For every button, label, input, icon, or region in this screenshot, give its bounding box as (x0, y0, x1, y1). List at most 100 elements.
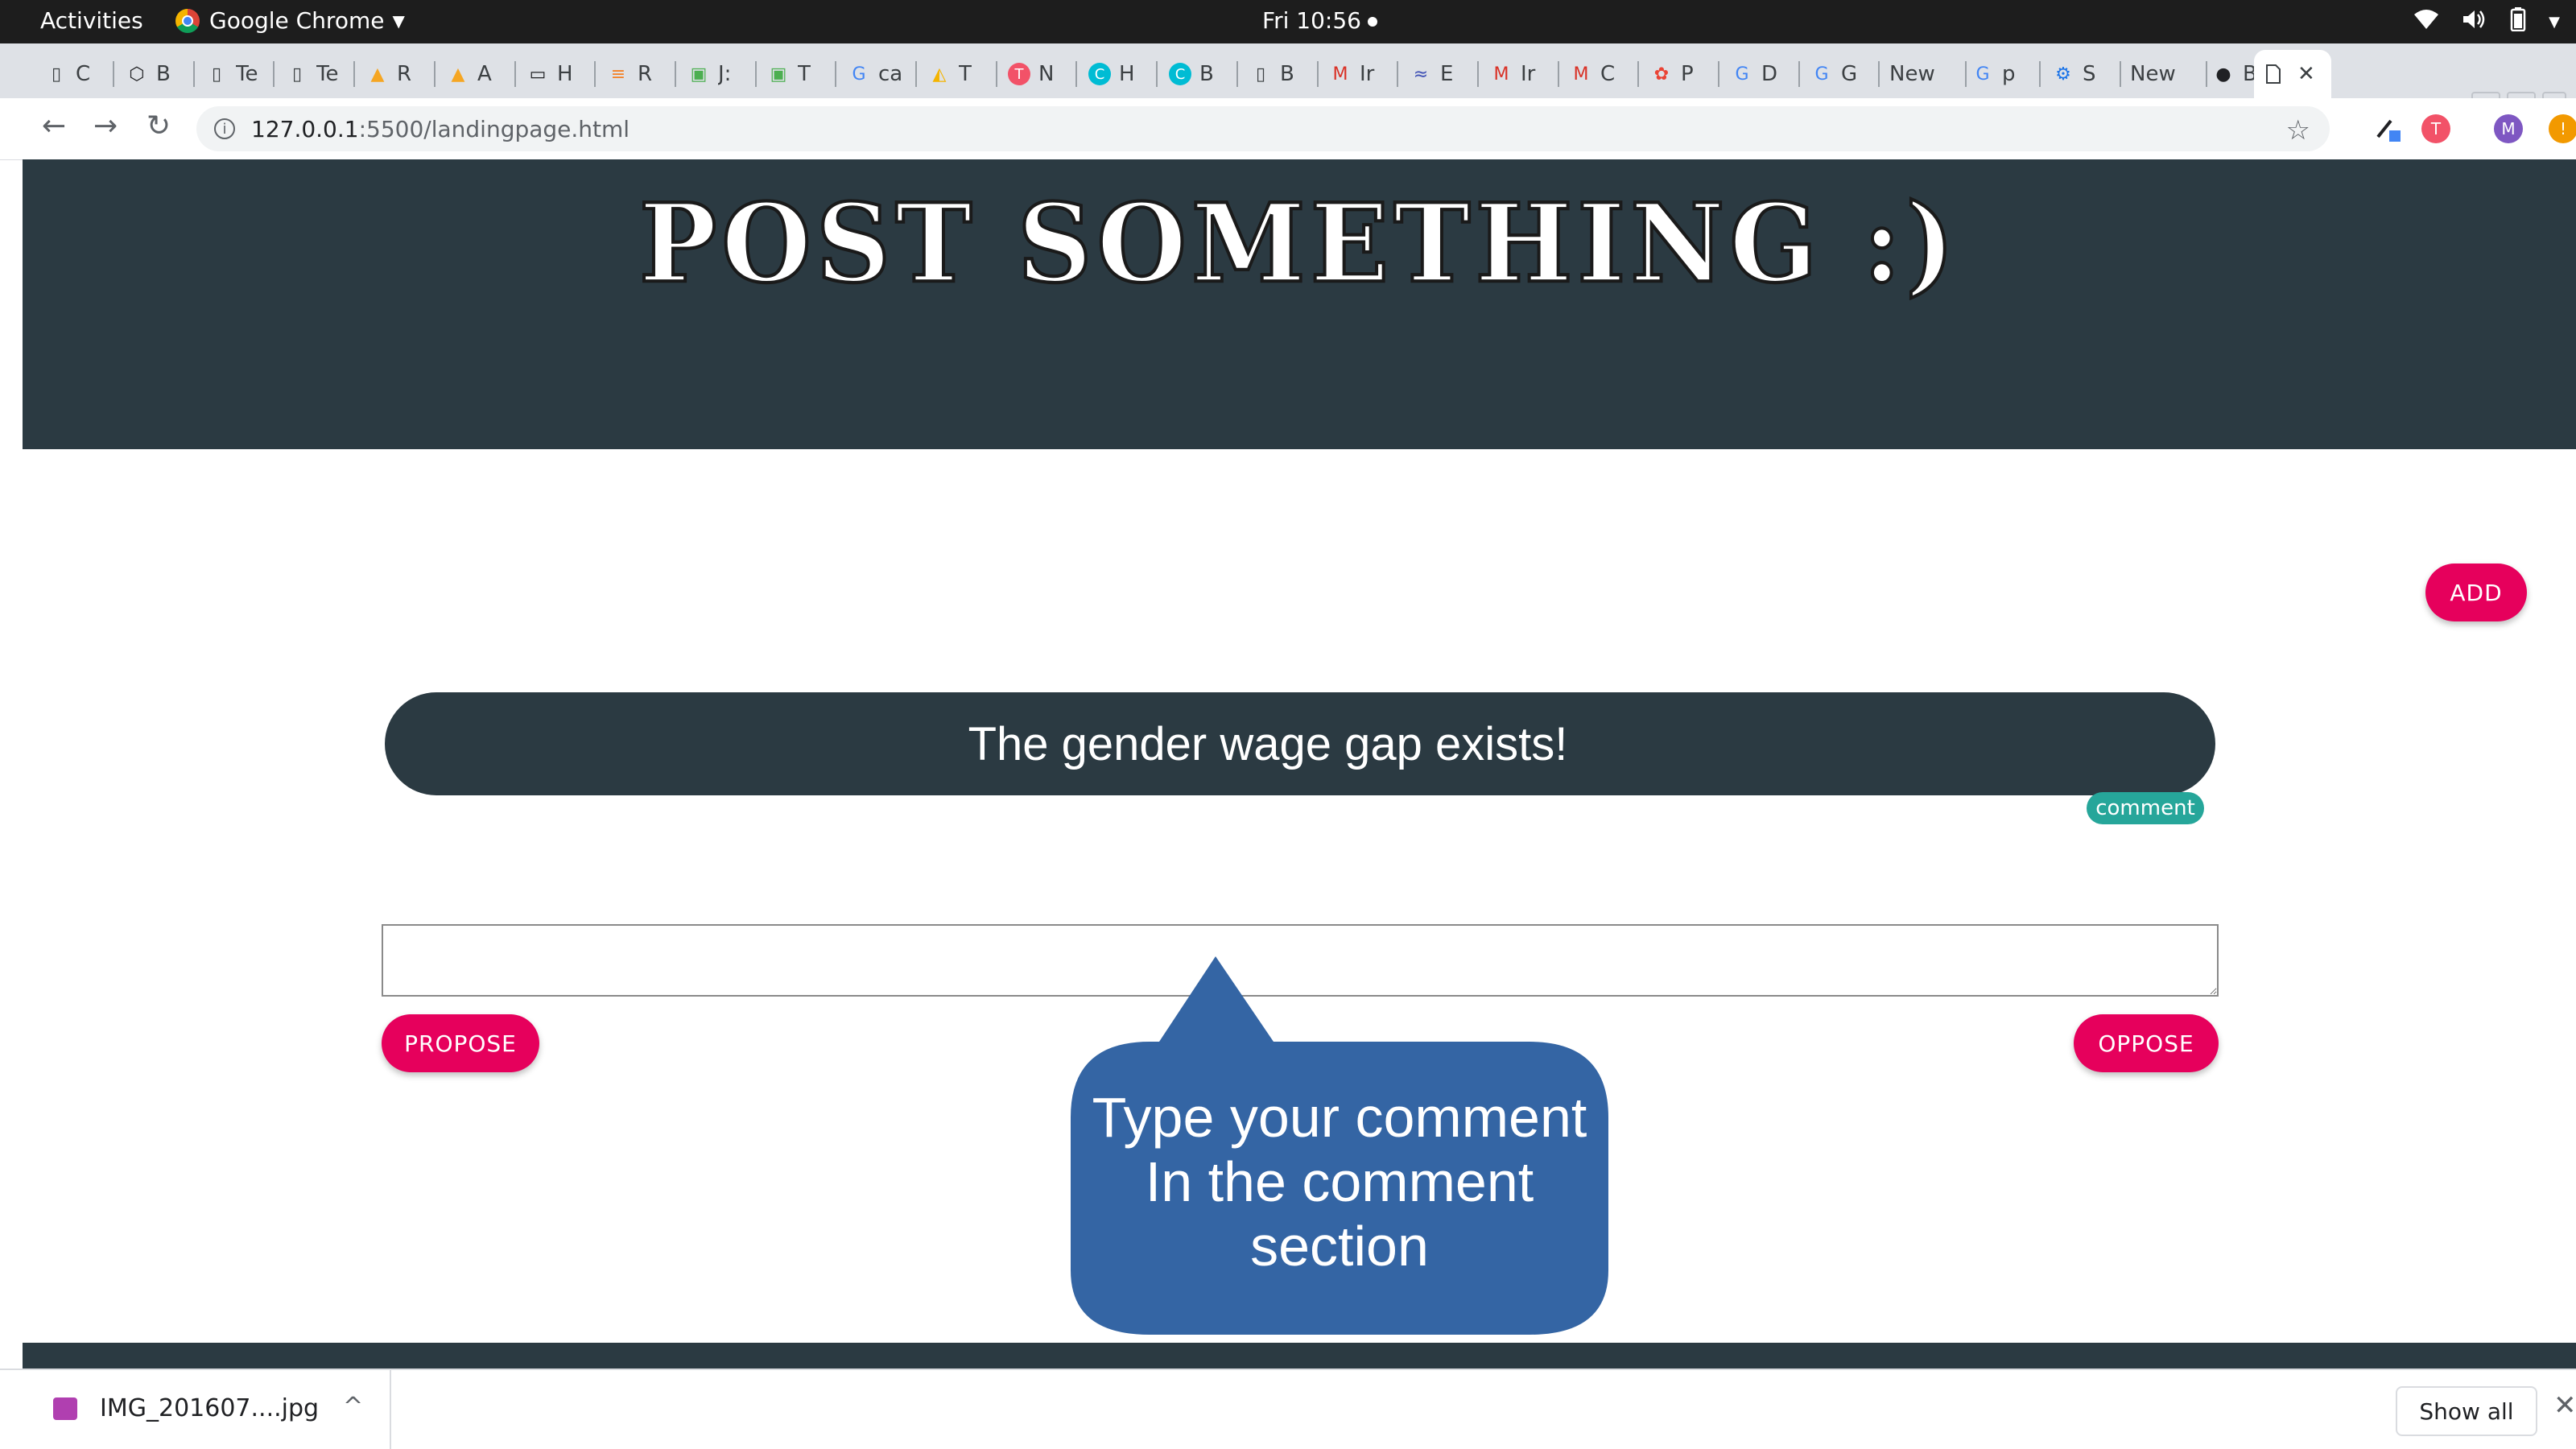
tab-separator (1156, 61, 1158, 87)
browser-tab[interactable]: ▯ C (37, 50, 114, 98)
google-icon: G (1975, 64, 1990, 85)
browser-tab[interactable]: ✿ P (1642, 50, 1719, 98)
gear-icon: ⚙ (2055, 64, 2071, 85)
tab-separator (2039, 61, 2041, 87)
c-icon: C (1088, 63, 1111, 85)
hint-callout: Type your comment In the comment section (1071, 956, 1608, 1335)
tab-title: T (959, 62, 972, 86)
oppose-button[interactable]: OPPOSE (2074, 1014, 2219, 1072)
browser-tab[interactable]: M Ir (1482, 50, 1559, 98)
tab-separator (835, 61, 836, 87)
browser-tab[interactable]: M Ir (1321, 50, 1398, 98)
battery-icon (2510, 7, 2526, 37)
browser-tab[interactable]: ⚙ S (2044, 50, 2121, 98)
comment-chip[interactable]: comment (2087, 792, 2204, 824)
browser-tab[interactable]: ▯ Te (197, 50, 275, 98)
close-tab-icon[interactable]: ✕ (2297, 62, 2315, 86)
edit-extension-icon[interactable] (2373, 114, 2402, 143)
tab-separator (594, 61, 596, 87)
tab-title: A (477, 62, 492, 86)
tab-title: J: (718, 62, 732, 86)
tab-title: T (798, 62, 811, 86)
browser-tab[interactable]: Gca (840, 50, 917, 98)
forward-button[interactable]: → (93, 109, 118, 142)
browser-tab[interactable]: TN (1000, 50, 1077, 98)
todoist-extension-icon[interactable]: T (2421, 114, 2450, 143)
google-icon: G (1735, 64, 1749, 85)
tab-title: C (1600, 62, 1616, 86)
profile-avatar[interactable]: M (2494, 114, 2523, 143)
address-bar[interactable]: i 127.0.0.1:5500/landingpage.html ☆ (196, 106, 2330, 151)
update-alert-icon[interactable]: ! (2549, 114, 2576, 143)
tab-title: B (1280, 62, 1294, 86)
download-item[interactable]: IMG_201607....jpg ^ (0, 1370, 391, 1449)
tab-active[interactable]: ✕ (2254, 50, 2331, 98)
show-all-button[interactable]: Show all (2396, 1386, 2537, 1436)
tab-title: New (1889, 62, 1935, 86)
browser-tab[interactable]: ▲ R (358, 50, 436, 98)
tab-title: G (1841, 62, 1858, 86)
close-shelf-icon[interactable]: ✕ (2553, 1389, 2576, 1422)
propose-button[interactable]: PROPOSE (382, 1014, 539, 1072)
browser-tab[interactable]: ≡ R (599, 50, 676, 98)
app-menu[interactable]: Google Chrome ▼ (175, 7, 405, 34)
reload-button[interactable]: ↻ (147, 109, 171, 142)
tab-title: H (557, 62, 573, 86)
tab-separator (113, 61, 114, 87)
browser-tab[interactable]: ⬡ B (118, 50, 195, 98)
browser-tab[interactable]: GD (1723, 50, 1800, 98)
browser-tab[interactable]: ▣ T (759, 50, 836, 98)
download-file-name: IMG_201607....jpg (100, 1394, 320, 1422)
tab-title: C (76, 62, 91, 86)
browser-tab[interactable]: CH (1080, 50, 1158, 98)
browser-tab[interactable]: ▲ A (439, 50, 516, 98)
app-menu-label: Google Chrome (209, 7, 385, 34)
wave-icon: ≈ (1413, 64, 1429, 85)
callout-line-1: Type your comment (1092, 1086, 1587, 1149)
system-menu-caret-icon: ▼ (2549, 14, 2560, 31)
bookmark-star-icon[interactable]: ☆ (2286, 114, 2310, 147)
browser-tab[interactable]: New (1883, 50, 1967, 98)
browser-tab[interactable]: Gp (1963, 50, 2041, 98)
browser-tab[interactable]: ▯ B (1241, 50, 1319, 98)
page-title: POST SOMETHING :) (638, 179, 1959, 309)
volume-icon (2462, 8, 2487, 36)
browser-tab[interactable]: ◭ T (920, 50, 997, 98)
tab-separator (1637, 61, 1639, 87)
browser-tab[interactable]: New (2124, 50, 2207, 98)
tab-title: B (156, 62, 171, 86)
os-top-bar: Activities Google Chrome ▼ Fri 10:56 ▼ (0, 0, 2576, 43)
google-icon: G (1814, 64, 1829, 85)
browser-tab[interactable]: ▯ Te (278, 50, 355, 98)
chevron-up-icon[interactable]: ^ (343, 1393, 363, 1421)
tab-separator (1477, 61, 1479, 87)
tab-separator (1558, 61, 1559, 87)
browser-tab[interactable]: MC (1562, 50, 1639, 98)
tab-separator (1397, 61, 1398, 87)
gmail-icon: M (1573, 64, 1589, 85)
gmail-icon: M (1332, 64, 1348, 85)
firebase-icon: ▲ (370, 64, 385, 85)
tab-separator (273, 61, 275, 87)
tab-separator (1798, 61, 1800, 87)
browser-tab[interactable]: ▭ H (518, 50, 596, 98)
info-icon[interactable]: i (214, 118, 235, 139)
tab-title: S (2083, 62, 2096, 86)
browser-tab[interactable]: CB (1161, 50, 1238, 98)
browser-tab[interactable]: ▣ J: (679, 50, 757, 98)
activities-button[interactable]: Activities (40, 7, 143, 34)
tab-title: New (2130, 62, 2176, 86)
add-button[interactable]: ADD (2425, 564, 2527, 621)
url-host: 127.0.0.1 (251, 115, 359, 142)
notification-dot-icon (1367, 17, 1377, 27)
codepen-icon: ⬡ (129, 64, 145, 85)
system-tray[interactable]: ▼ (2413, 7, 2560, 37)
tab-separator (915, 61, 917, 87)
browser-tab[interactable]: GG (1802, 50, 1880, 98)
browser-tab[interactable]: ≈ E (1402, 50, 1479, 98)
tab-title: ca (878, 62, 903, 86)
back-button[interactable]: ← (42, 109, 66, 142)
tab-title: p (2002, 62, 2016, 86)
clock[interactable]: Fri 10:56 (1262, 7, 1377, 34)
tab-separator (1878, 61, 1880, 87)
